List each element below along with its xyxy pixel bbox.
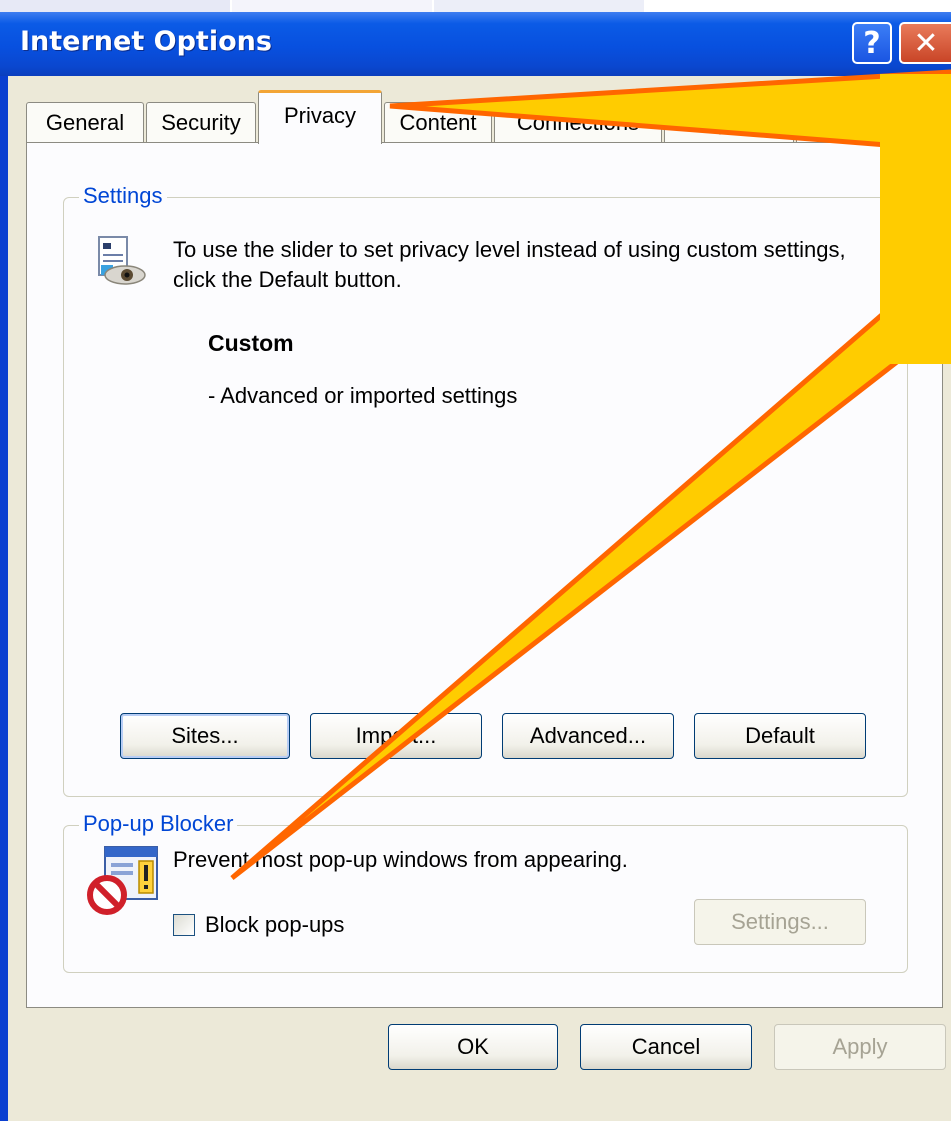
apply-button[interactable]: Apply: [774, 1024, 946, 1070]
close-button[interactable]: ✕: [899, 22, 951, 64]
block-popups-label[interactable]: Block pop-ups: [205, 910, 344, 940]
window-title: Internet Options: [20, 26, 272, 57]
close-icon: ✕: [913, 25, 939, 61]
sites-button[interactable]: Sites...: [120, 713, 290, 759]
internet-options-window: Internet Options ? ✕ General Security Pr…: [0, 12, 951, 1121]
default-button[interactable]: Default: [694, 713, 866, 759]
tab-programs[interactable]: Programs: [664, 102, 794, 142]
title-bar[interactable]: Internet Options ? ✕: [0, 12, 951, 76]
cancel-button[interactable]: Cancel: [580, 1024, 752, 1070]
tab-connections[interactable]: Connections: [494, 102, 662, 142]
popup-settings-button[interactable]: Settings...: [694, 899, 866, 945]
tab-security[interactable]: Security: [146, 102, 256, 142]
dialog-client-area: General Security Privacy Content Connect…: [8, 76, 951, 1121]
help-button[interactable]: ?: [852, 22, 892, 64]
advanced-button[interactable]: Advanced...: [502, 713, 674, 759]
popup-blocker-icon: [83, 843, 163, 919]
tab-content[interactable]: Content: [384, 102, 492, 142]
block-popups-checkbox[interactable]: [173, 914, 195, 936]
tab-privacy[interactable]: Privacy: [258, 90, 382, 144]
popup-blocker-group-label: Pop-up Blocker: [79, 811, 238, 837]
privacy-tab-page: Settings To use the slider to set privac…: [26, 142, 943, 1008]
privacy-level-detail: - Advanced or imported settings: [208, 383, 518, 408]
import-button[interactable]: Import...: [310, 713, 482, 759]
popup-blocker-description: Prevent most pop-up windows from appeari…: [173, 847, 628, 872]
background-strip: [0, 0, 951, 12]
settings-description: To use the slider to set privacy level i…: [173, 237, 846, 292]
privacy-level-title: Custom: [208, 330, 294, 356]
tab-advanced[interactable]: Advanced: [796, 102, 926, 142]
settings-group-label: Settings: [79, 183, 167, 209]
privacy-icon: [93, 235, 149, 291]
tab-general[interactable]: General: [26, 102, 144, 142]
ok-button[interactable]: OK: [388, 1024, 558, 1070]
